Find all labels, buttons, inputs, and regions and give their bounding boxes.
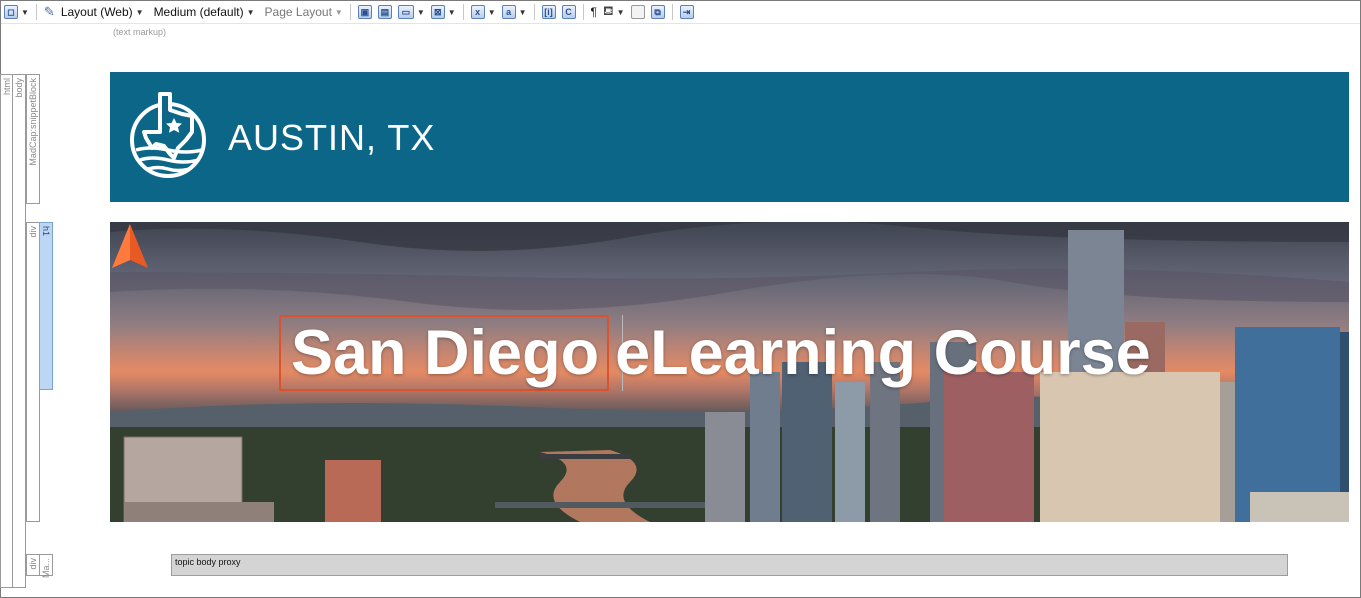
insert-code-button[interactable]: C (559, 2, 579, 22)
insert-field-button[interactable]: [i] (539, 2, 559, 22)
snippet-icon: ⇥ (679, 5, 694, 19)
heading-rest-text[interactable]: eLearning Course (615, 318, 1151, 388)
chevron-down-icon: ▼ (616, 7, 625, 17)
heading-selected-text[interactable]: San Diego (291, 318, 599, 388)
structure-bar-label: html (2, 78, 12, 96)
structure-bar-madcap[interactable]: Ma... (39, 554, 53, 579)
toolbar-divider (671, 4, 673, 20)
variable-button[interactable]: x ▼ (468, 2, 499, 22)
texas-logo-icon (130, 92, 206, 178)
topic-body-proxy[interactable]: topic body proxy (171, 554, 1288, 576)
copy-icon (630, 5, 645, 19)
copy-button[interactable] (628, 2, 648, 22)
chevron-down-icon: ▼ (416, 7, 425, 17)
show-conditions-button[interactable]: ⊠ ▼ (428, 2, 459, 22)
show-markers-button[interactable]: ¶ (588, 2, 600, 22)
tags-icon: ▣ (357, 5, 372, 19)
toolbar-divider (462, 4, 464, 20)
proxy-label: topic body proxy (175, 557, 241, 567)
chevron-down-icon: ▼ (135, 7, 144, 17)
structure-bar-div[interactable]: div (26, 222, 40, 522)
structure-bar-label: body (14, 78, 24, 98)
site-title: AUSTIN, TX (228, 117, 436, 158)
show-tags-button[interactable]: ▣ (355, 2, 375, 22)
structure-bar-h1[interactable]: h1 (39, 222, 53, 390)
duplicate-icon: ⧉ (650, 5, 665, 19)
chevron-down-icon: ▼ (518, 7, 527, 17)
insert-snippet-button[interactable]: ⇥ (677, 2, 697, 22)
chevron-down-icon: ▼ (21, 7, 29, 17)
structure-bar-label: div (28, 558, 38, 570)
editor-toolbar: ◻ ▼ ✎ Layout (Web) ▼ Medium (default) ▼ … (1, 1, 1360, 24)
location-pin-icon (112, 224, 148, 268)
structure-bar-label: div (28, 226, 38, 238)
page-layout-label: Page Layout (264, 5, 332, 19)
structure-bar-snippet-block[interactable]: MadCap:snippetBlock (26, 74, 40, 204)
structure-bar-body[interactable]: body (12, 74, 26, 588)
show-changes-button[interactable]: ▤ (375, 2, 395, 22)
image-icon: ▭ (397, 5, 414, 19)
chevron-down-icon: ▼ (487, 7, 496, 17)
duplicate-button[interactable]: ⧉ (648, 2, 668, 22)
text-markup-label: (text markup) (113, 27, 167, 37)
code-icon: C (561, 5, 576, 19)
preview-button[interactable]: ◻ ▼ (1, 2, 32, 22)
font-icon: a (501, 5, 516, 19)
page-layout-dropdown[interactable]: Page Layout ▼ (262, 2, 346, 22)
page-heading[interactable]: San Diego eLearning Course (291, 317, 1167, 389)
site-header: AUSTIN, TX (110, 72, 1349, 202)
chevron-down-icon: ▼ (246, 7, 255, 17)
medium-dropdown[interactable]: Medium (default) ▼ (151, 2, 258, 22)
paint-bucket-icon: ⛾ (602, 3, 614, 18)
show-images-button[interactable]: ▭ ▼ (395, 2, 428, 22)
layout-label: Layout (Web) (60, 5, 133, 19)
hero-banner: San Diego eLearning Course (110, 222, 1349, 522)
chevron-down-icon: ▼ (334, 7, 343, 17)
toolbar-divider (349, 4, 351, 20)
toolbar-divider (35, 4, 37, 20)
layout-dropdown[interactable]: ✎ Layout (Web) ▼ (41, 2, 147, 22)
toolbar-divider (582, 4, 584, 20)
conditions-icon: ⊠ (430, 5, 445, 19)
chevron-down-icon: ▼ (447, 7, 456, 17)
field-icon: [i] (541, 5, 556, 19)
structure-bar-label: h1 (41, 226, 51, 237)
medium-label: Medium (default) (153, 5, 244, 19)
variable-icon: x (470, 5, 485, 19)
font-button[interactable]: a ▼ (499, 2, 530, 22)
structure-bar-div-proxy[interactable]: div (26, 554, 40, 576)
structure-bar-label: MadCap:snippetBlock (28, 78, 38, 166)
preview-icon: ◻ (4, 5, 18, 19)
highlight-button[interactable]: ⛾ ▼ (600, 2, 628, 22)
pilcrow-icon: ¶ (590, 5, 597, 19)
layout-icon: ✎ (43, 4, 55, 19)
changes-icon: ▤ (377, 5, 392, 19)
toolbar-divider (533, 4, 535, 20)
structure-bar-label: Ma... (41, 558, 51, 579)
